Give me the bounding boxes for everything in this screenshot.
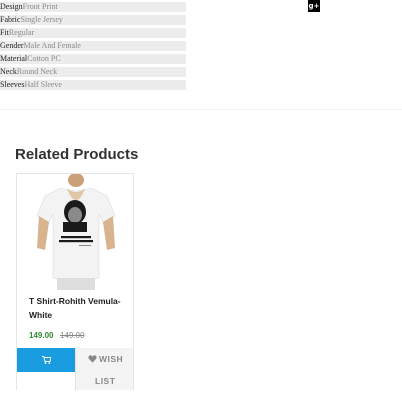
- spec-row-design: DesignFront Print: [0, 2, 186, 12]
- cart-icon: [42, 356, 51, 364]
- spec-key: Fit: [0, 28, 9, 37]
- spec-key: Sleeves: [0, 80, 25, 89]
- spec-key: Gender: [0, 41, 24, 50]
- spec-key: Design: [0, 2, 23, 11]
- spec-value: Half Sleeve: [24, 80, 62, 89]
- spec-key: Material: [0, 54, 28, 63]
- related-products-title: Related Products: [15, 146, 139, 163]
- add-to-cart-button[interactable]: [17, 348, 75, 372]
- spec-value: Cotton PC: [27, 54, 61, 63]
- add-to-wishlist-button[interactable]: WISH LIST: [75, 348, 133, 390]
- section-divider: [0, 109, 402, 110]
- product-name-link[interactable]: T Shirt-Rohith Vemula-White: [29, 294, 129, 322]
- spec-row-material: MaterialCotton PC: [0, 54, 186, 64]
- spec-key: Fabric: [0, 15, 21, 24]
- wishlist-label-text-1: WISH: [99, 354, 124, 364]
- wishlist-label-line1: WISH: [88, 354, 123, 364]
- heart-icon: [88, 355, 97, 363]
- product-old-price: 149.00: [60, 331, 85, 340]
- spec-value: Round Neck: [16, 67, 58, 76]
- spec-row-sleeves: SleevesHalf Sleeve: [0, 80, 186, 90]
- google-plus-share-icon[interactable]: g+: [308, 0, 320, 12]
- product-image[interactable]: [35, 174, 117, 290]
- spec-value: Single Jersey: [20, 15, 63, 24]
- spec-row-gender: GenderMale And Female: [0, 41, 186, 51]
- spec-key: Neck: [0, 67, 17, 76]
- spec-row-fabric: FabricSingle Jersey: [0, 15, 186, 25]
- spec-value: Regular: [8, 28, 35, 37]
- product-card: T Shirt-Rohith Vemula-White 149.00 149.0…: [16, 173, 134, 390]
- spec-row-neck: NeckRound Neck: [0, 67, 186, 77]
- product-page: DesignFront Print FabricSingle Jersey Fi…: [0, 0, 402, 400]
- product-price: 149.00: [29, 331, 54, 340]
- wishlist-label-text-2: LIST: [95, 376, 116, 386]
- spec-row-fit: FitRegular: [0, 28, 186, 38]
- spec-value: Front Print: [22, 2, 58, 11]
- spec-value: Male And Female: [23, 41, 81, 50]
- product-specs-table: DesignFront Print FabricSingle Jersey Fi…: [0, 2, 186, 93]
